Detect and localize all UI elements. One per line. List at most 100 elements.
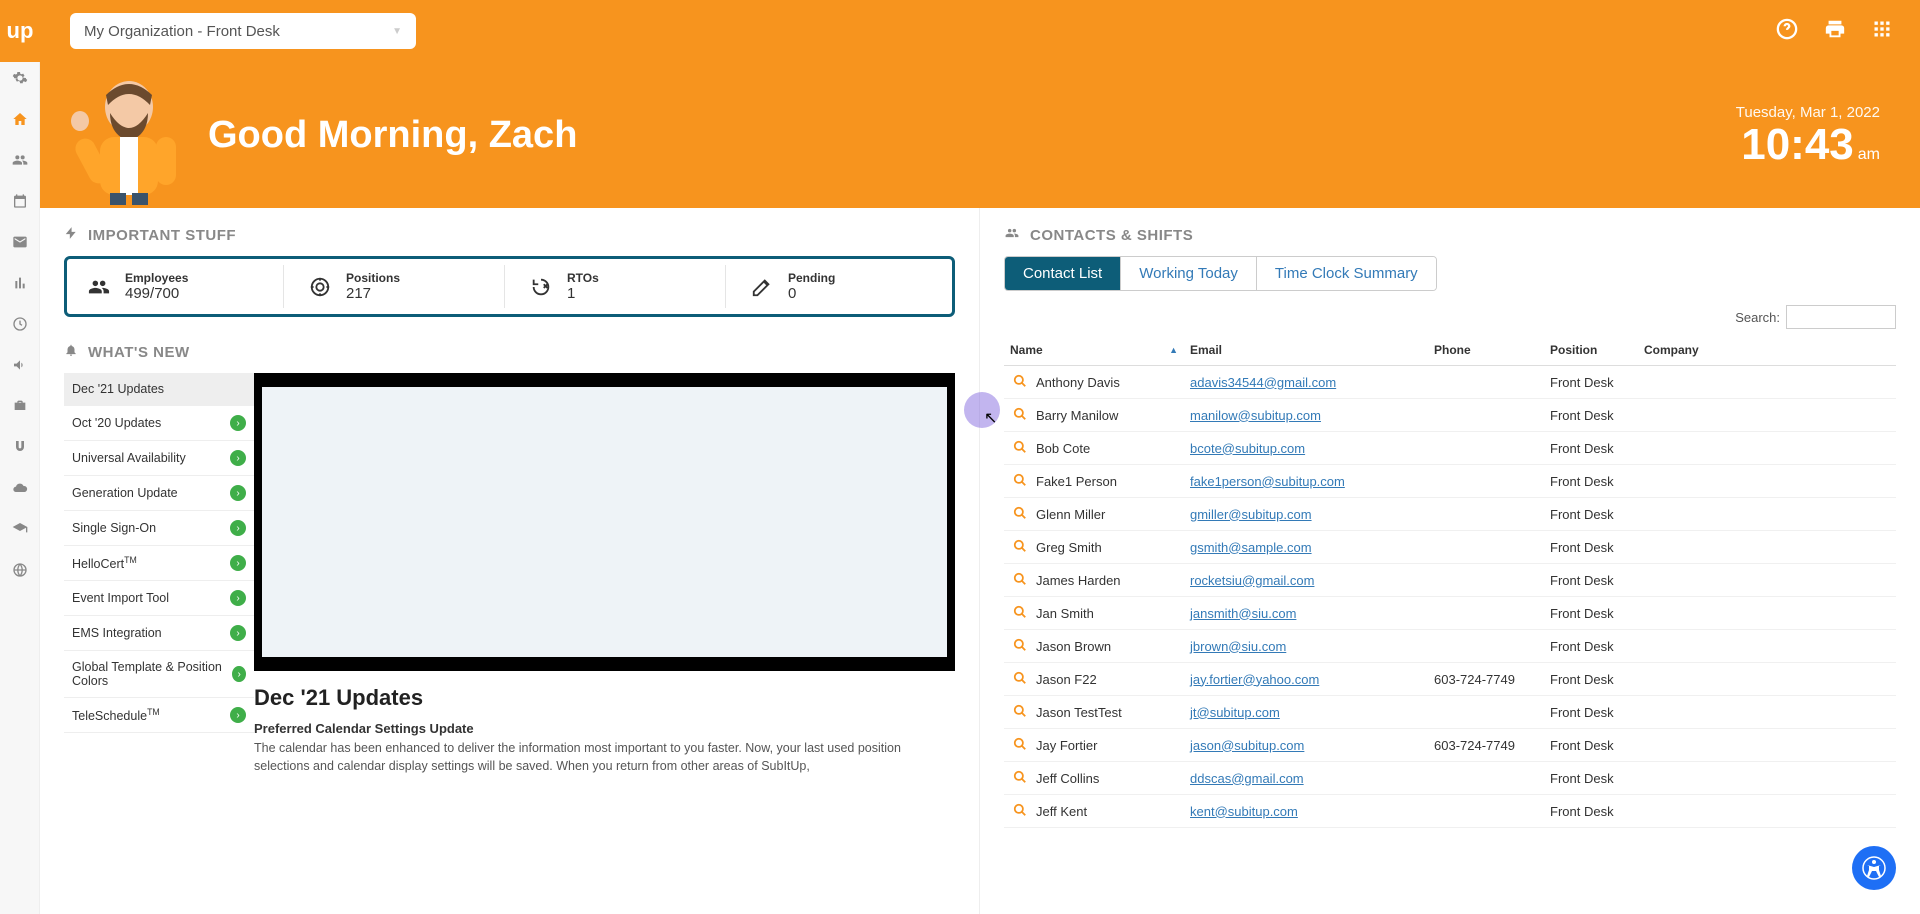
stat-positions[interactable]: Positions217 <box>294 265 505 308</box>
whats-new-item[interactable]: Universal Availability › <box>64 441 254 476</box>
whats-new-item[interactable]: Single Sign-On › <box>64 511 254 546</box>
arrow-right-icon: › <box>230 485 246 501</box>
arrow-right-icon: › <box>230 590 246 606</box>
cloud-icon[interactable] <box>12 480 28 501</box>
arrow-right-icon: › <box>232 666 246 682</box>
email-link[interactable]: manilow@subitup.com <box>1190 408 1321 423</box>
email-link[interactable]: jt@subitup.com <box>1190 705 1280 720</box>
email-link[interactable]: jansmith@siu.com <box>1190 606 1296 621</box>
magnify-icon[interactable] <box>1010 539 1030 556</box>
magnify-icon[interactable] <box>1010 473 1030 490</box>
target-icon <box>306 273 334 301</box>
col-position[interactable]: Position <box>1544 343 1638 357</box>
bell-icon <box>64 343 78 361</box>
whats-new-list: Dec '21 Updates Oct '20 Updates › Univer… <box>64 373 254 775</box>
help-icon[interactable] <box>1776 18 1798 45</box>
users-icon <box>85 273 113 301</box>
contact-row: Jason TestTest jt@subitup.com Front Desk <box>1004 696 1896 729</box>
whats-new-item[interactable]: Event Import Tool › <box>64 581 254 616</box>
magnify-icon[interactable] <box>1010 605 1030 622</box>
gear-icon[interactable] <box>12 70 28 91</box>
contact-row: Anthony Davis adavis34544@gmail.com Fron… <box>1004 366 1896 399</box>
arrow-right-icon: › <box>230 450 246 466</box>
col-email[interactable]: Email <box>1184 343 1428 357</box>
col-phone[interactable]: Phone <box>1428 343 1544 357</box>
bullhorn-icon[interactable] <box>12 357 28 378</box>
contact-row: Greg Smith gsmith@sample.com Front Desk <box>1004 531 1896 564</box>
envelope-icon[interactable] <box>12 234 28 255</box>
magnet-icon[interactable] <box>12 439 28 460</box>
email-link[interactable]: jay.fortier@yahoo.com <box>1190 672 1319 687</box>
contact-row: Jan Smith jansmith@siu.com Front Desk <box>1004 597 1896 630</box>
article-subheading: Preferred Calendar Settings Update <box>254 721 955 736</box>
magnify-icon[interactable] <box>1010 803 1030 820</box>
hero: Good Morning, Zach Tuesday, Mar 1, 2022 … <box>40 62 1920 208</box>
magnify-icon[interactable] <box>1010 638 1030 655</box>
calendar-icon[interactable] <box>12 193 28 214</box>
apps-grid-icon[interactable] <box>1872 19 1892 44</box>
email-link[interactable]: bcote@subitup.com <box>1190 441 1305 456</box>
briefcase-icon[interactable] <box>12 398 28 419</box>
accessibility-button[interactable] <box>1852 846 1896 890</box>
stat-pending[interactable]: Pending0 <box>736 265 946 308</box>
arrow-right-icon: › <box>230 555 246 571</box>
time-ampm: am <box>1858 146 1880 163</box>
article-heading: Dec '21 Updates <box>254 685 955 711</box>
arrow-right-icon: › <box>230 625 246 641</box>
arrow-right-icon: › <box>230 707 246 723</box>
whats-new-item[interactable]: Dec '21 Updates <box>64 373 254 406</box>
magnify-icon[interactable] <box>1010 671 1030 688</box>
chart-icon[interactable] <box>12 275 28 296</box>
globe-icon[interactable] <box>12 562 28 583</box>
magnify-icon[interactable] <box>1010 770 1030 787</box>
search-input[interactable] <box>1786 305 1896 329</box>
email-link[interactable]: kent@subitup.com <box>1190 804 1298 819</box>
email-link[interactable]: jason@subitup.com <box>1190 738 1304 753</box>
home-icon[interactable] <box>12 111 28 132</box>
whats-new-item[interactable]: EMS Integration › <box>64 616 254 651</box>
whats-new-item[interactable]: TeleScheduleTM › <box>64 698 254 733</box>
col-name[interactable]: Name▲ <box>1004 343 1184 357</box>
clock-icon[interactable] <box>12 316 28 337</box>
avatar <box>64 65 194 205</box>
tab-contact list[interactable]: Contact List <box>1005 257 1121 290</box>
magnify-icon[interactable] <box>1010 407 1030 424</box>
email-link[interactable]: rocketsiu@gmail.com <box>1190 573 1314 588</box>
sort-asc-icon: ▲ <box>1169 345 1178 355</box>
tab-time clock summary[interactable]: Time Clock Summary <box>1257 257 1436 290</box>
stat-rtos[interactable]: RTOs1 <box>515 265 726 308</box>
email-link[interactable]: adavis34544@gmail.com <box>1190 375 1336 390</box>
whats-new-item[interactable]: Global Template & Position Colors › <box>64 651 254 698</box>
tab-working today[interactable]: Working Today <box>1121 257 1257 290</box>
email-link[interactable]: jbrown@siu.com <box>1190 639 1286 654</box>
whats-new-item[interactable]: Oct '20 Updates › <box>64 406 254 441</box>
email-link[interactable]: gsmith@sample.com <box>1190 540 1312 555</box>
org-selector[interactable]: My Organization - Front Desk ▼ <box>70 13 416 49</box>
magnify-icon[interactable] <box>1010 440 1030 457</box>
email-link[interactable]: fake1person@subitup.com <box>1190 474 1345 489</box>
video-thumbnail[interactable]: ▶ <box>254 373 955 671</box>
magnify-icon[interactable] <box>1010 374 1030 391</box>
logo[interactable]: up <box>0 0 40 62</box>
people-icon[interactable] <box>11 152 29 173</box>
topbar: My Organization - Front Desk ▼ <box>40 0 1920 62</box>
contacts-tabs: Contact ListWorking TodayTime Clock Summ… <box>1004 256 1437 291</box>
magnify-icon[interactable] <box>1010 737 1030 754</box>
magnify-icon[interactable] <box>1010 572 1030 589</box>
whats-new-item[interactable]: Generation Update › <box>64 476 254 511</box>
graduation-icon[interactable] <box>12 521 28 542</box>
contact-row: Jason Brown jbrown@siu.com Front Desk <box>1004 630 1896 663</box>
magnify-icon[interactable] <box>1010 506 1030 523</box>
print-icon[interactable] <box>1824 18 1846 45</box>
email-link[interactable]: ddscas@gmail.com <box>1190 771 1304 786</box>
magnify-icon[interactable] <box>1010 704 1030 721</box>
edit-icon <box>748 273 776 301</box>
contact-row: Barry Manilow manilow@subitup.com Front … <box>1004 399 1896 432</box>
email-link[interactable]: gmiller@subitup.com <box>1190 507 1312 522</box>
whats-new-item[interactable]: HelloCertTM › <box>64 546 254 581</box>
stat-employees[interactable]: Employees499/700 <box>73 265 284 308</box>
people-icon <box>1004 226 1020 244</box>
contact-row: Jason F22 jay.fortier@yahoo.com 603-724-… <box>1004 663 1896 696</box>
col-company[interactable]: Company <box>1638 343 1708 357</box>
arrow-right-icon: › <box>230 415 246 431</box>
